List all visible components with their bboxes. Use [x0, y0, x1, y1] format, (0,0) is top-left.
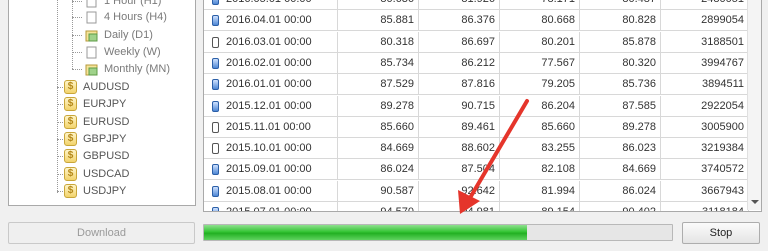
annotation-arrow	[458, 99, 529, 214]
